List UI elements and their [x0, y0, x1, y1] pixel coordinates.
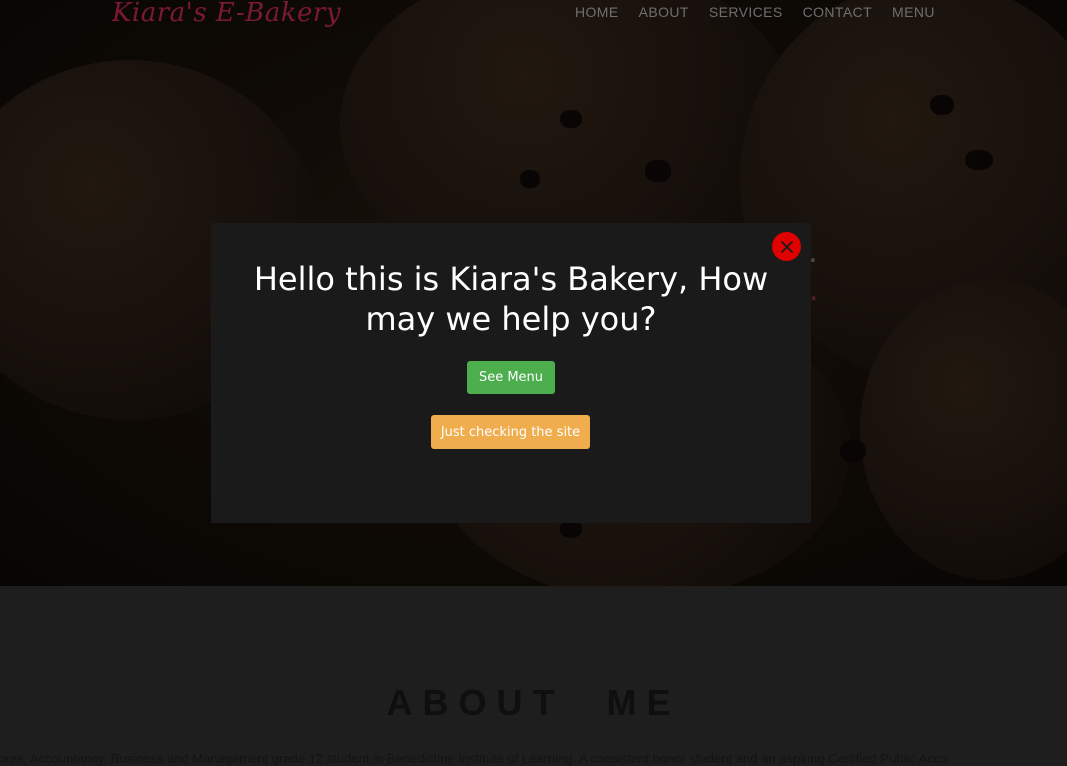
modal-close-button[interactable] [772, 232, 801, 261]
nav-item-about[interactable]: ABOUT [639, 4, 689, 20]
nav-item-menu[interactable]: MENU [892, 4, 935, 20]
site-logo[interactable]: Kiara's E-Bakery [112, 0, 341, 28]
nav-item-services[interactable]: SERVICES [709, 4, 783, 20]
close-icon [780, 240, 793, 253]
modal-title: Hello this is Kiara's Bakery, How may we… [253, 260, 769, 338]
nav-item-contact[interactable]: CONTACT [803, 4, 872, 20]
nav-item-home[interactable]: HOME [575, 4, 619, 20]
about-title: ABOUT ME [386, 682, 681, 723]
about-text: mi Flores, Accountancy, Business and Man… [0, 751, 948, 766]
main-nav: HOME ABOUT SERVICES CONTACT MENU [575, 4, 935, 20]
about-section: ABOUT ME mi Flores, Accountancy, Busines… [0, 586, 1067, 766]
just-checking-button[interactable]: Just checking the site [431, 415, 590, 449]
see-menu-button[interactable]: See Menu [467, 361, 555, 394]
welcome-modal: Hello this is Kiara's Bakery, How may we… [211, 223, 811, 523]
